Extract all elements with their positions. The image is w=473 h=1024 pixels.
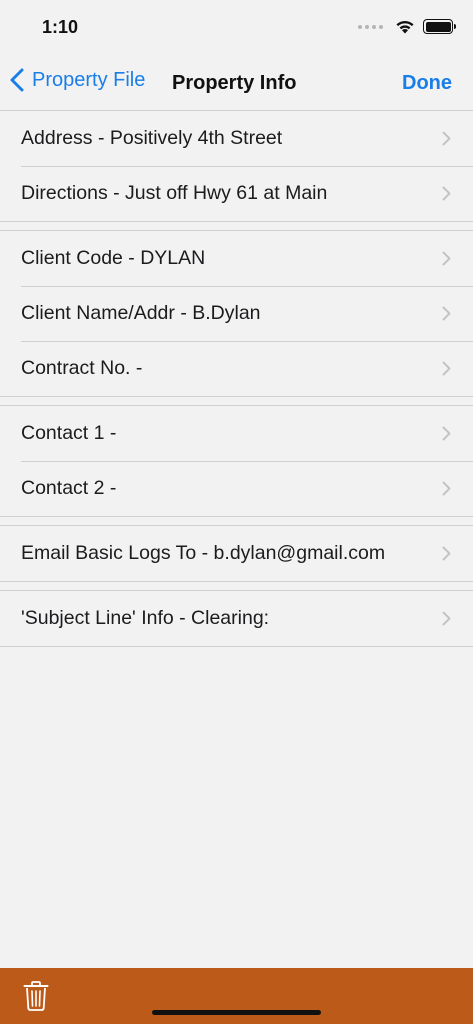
chevron-right-icon	[442, 186, 451, 201]
client-code-row[interactable]: Client Code - DYLAN	[0, 231, 473, 286]
email-group: Email Basic Logs To - b.dylan@gmail.com	[0, 525, 473, 582]
signal-icon	[358, 24, 383, 29]
contract-no-row[interactable]: Contract No. -	[0, 341, 473, 396]
client-group: Client Code - DYLAN Client Name/Addr - B…	[0, 230, 473, 397]
row-label: Directions - Just off Hwy 61 at Main	[21, 182, 328, 204]
done-button[interactable]: Done	[402, 72, 452, 95]
property-info-list: Address - Positively 4th Street Directio…	[0, 110, 473, 647]
navigation-bar: Property File Property Info Done	[0, 56, 473, 110]
page-title: Property Info	[172, 72, 297, 94]
status-time: 1:10	[42, 17, 79, 37]
bottom-toolbar	[0, 968, 473, 1024]
contact-2-row[interactable]: Contact 2 -	[0, 461, 473, 516]
address-row[interactable]: Address - Positively 4th Street	[0, 111, 473, 166]
chevron-right-icon	[442, 611, 451, 626]
back-button[interactable]: Property File	[10, 68, 145, 92]
row-label: Client Name/Addr - B.Dylan	[21, 302, 261, 324]
subject-group: 'Subject Line' Info - Clearing:	[0, 590, 473, 647]
row-label: Email Basic Logs To - b.dylan@gmail.com	[21, 542, 386, 564]
home-indicator	[152, 1010, 321, 1015]
email-logs-row[interactable]: Email Basic Logs To - b.dylan@gmail.com	[0, 526, 473, 581]
chevron-right-icon	[442, 131, 451, 146]
chevron-right-icon	[442, 251, 451, 266]
status-bar: 1:10	[0, 0, 473, 56]
contact-1-row[interactable]: Contact 1 -	[0, 406, 473, 461]
chevron-left-icon	[10, 68, 24, 92]
contacts-group: Contact 1 - Contact 2 -	[0, 405, 473, 517]
chevron-right-icon	[442, 481, 451, 496]
battery-icon	[423, 19, 456, 34]
row-label: Contact 1 -	[21, 422, 117, 444]
status-icons	[358, 19, 456, 34]
subject-line-row[interactable]: 'Subject Line' Info - Clearing:	[0, 591, 473, 646]
row-label: 'Subject Line' Info - Clearing:	[21, 607, 270, 629]
row-label: Contract No. -	[21, 357, 143, 379]
chevron-right-icon	[442, 361, 451, 376]
wifi-icon	[396, 20, 414, 34]
row-label: Client Code - DYLAN	[21, 247, 206, 269]
back-button-label: Property File	[32, 68, 146, 91]
chevron-right-icon	[442, 546, 451, 561]
row-label: Address - Positively 4th Street	[21, 127, 283, 149]
chevron-right-icon	[442, 426, 451, 441]
directions-row[interactable]: Directions - Just off Hwy 61 at Main	[0, 166, 473, 221]
trash-icon[interactable]	[23, 981, 49, 1011]
chevron-right-icon	[442, 306, 451, 321]
client-name-row[interactable]: Client Name/Addr - B.Dylan	[0, 286, 473, 341]
row-label: Contact 2 -	[21, 477, 117, 499]
address-group: Address - Positively 4th Street Directio…	[0, 110, 473, 222]
